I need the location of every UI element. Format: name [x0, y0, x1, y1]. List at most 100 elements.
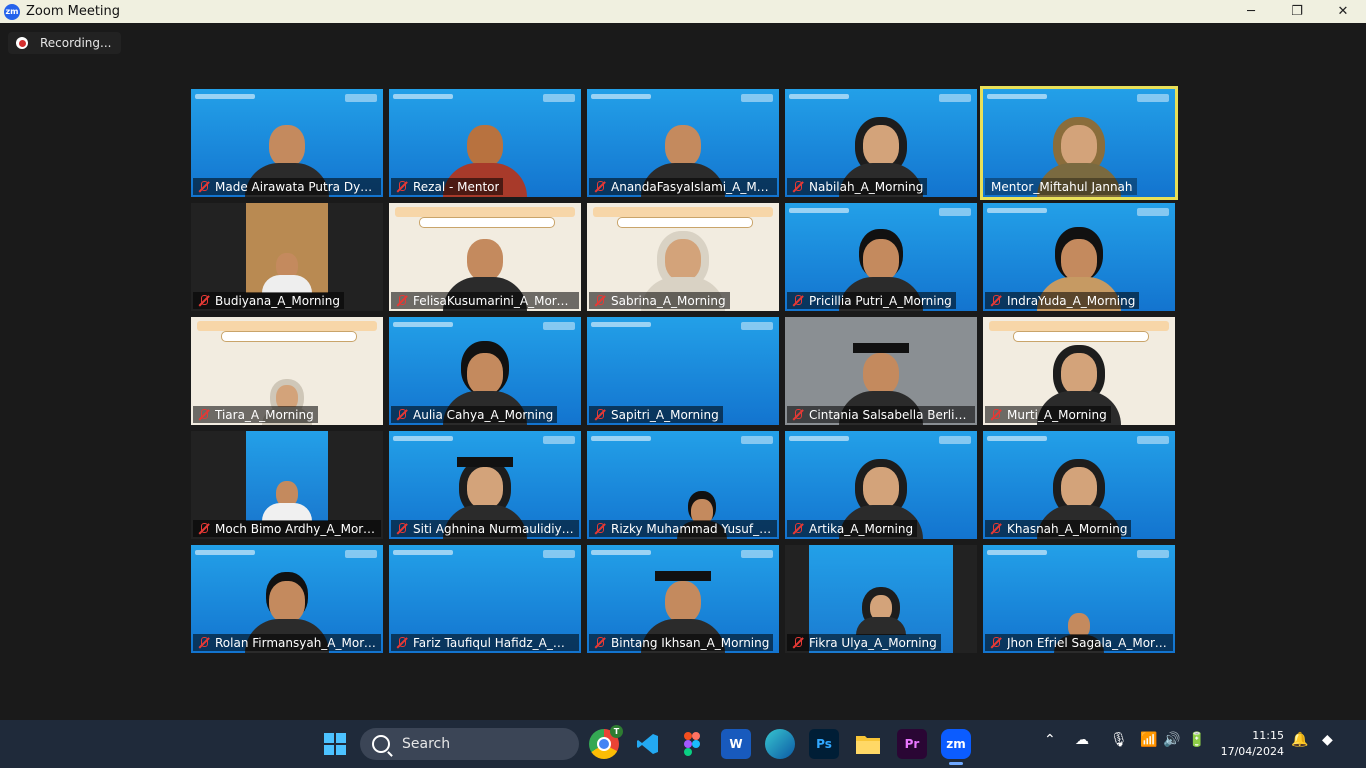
- participant-tile[interactable]: Pricillia Putri_A_Morning: [785, 203, 977, 311]
- vscode-icon[interactable]: [633, 729, 663, 759]
- background-banner: [1013, 331, 1149, 342]
- participant-tile[interactable]: Sabrina_A_Morning: [587, 203, 779, 311]
- mic-muted-icon: [395, 636, 409, 650]
- battery-icon[interactable]: 🔋: [1188, 732, 1205, 748]
- background-banner: [591, 322, 651, 327]
- background-banner: [393, 550, 453, 555]
- file-explorer-icon[interactable]: [853, 729, 883, 759]
- background-banner: [1137, 436, 1169, 444]
- active-app-indicator: [949, 762, 963, 765]
- minimize-button[interactable]: ─: [1228, 0, 1274, 23]
- participant-tile[interactable]: Murti_A_Morning: [983, 317, 1175, 425]
- participant-tile[interactable]: Artika_A_Morning: [785, 431, 977, 539]
- name-label: Khasnah_A_Morning: [985, 520, 1132, 537]
- mic-muted-icon: [593, 294, 607, 308]
- volume-icon[interactable]: 🔊: [1163, 732, 1180, 748]
- participant-tile[interactable]: Aulia Cahya_A_Morning: [389, 317, 581, 425]
- chrome-icon[interactable]: T: [589, 725, 623, 759]
- record-dot-icon: [16, 37, 28, 49]
- name-label: Tiara_A_Morning: [193, 406, 318, 423]
- name-label: Mentor_Miftahul Jannah: [985, 178, 1137, 195]
- photoshop-icon[interactable]: Ps: [809, 729, 839, 759]
- name-label: Jhon Efriel Sagala_A_Morni...: [985, 634, 1173, 651]
- onedrive-icon[interactable]: ☁: [1075, 732, 1089, 748]
- mic-muted-icon: [197, 636, 211, 650]
- background-banner: [591, 550, 651, 555]
- participant-tile[interactable]: Tiara_A_Morning: [191, 317, 383, 425]
- background-banner: [395, 207, 575, 217]
- background-banner: [789, 436, 849, 441]
- participant-tile[interactable]: Fikra Ulya_A_Morning: [785, 545, 977, 653]
- name-label: Artika_A_Morning: [787, 520, 918, 537]
- participant-tile[interactable]: Siti Aghnina Nurmaulidiyah...: [389, 431, 581, 539]
- name-label: Nabilah_A_Morning: [787, 178, 928, 195]
- word-icon[interactable]: W: [721, 729, 751, 759]
- background-banner: [987, 94, 1047, 99]
- participant-tile[interactable]: Fariz Taufiqul Hafidz_A_Mo...: [389, 545, 581, 653]
- edge-icon[interactable]: [765, 729, 795, 759]
- participant-tile[interactable]: Moch Bimo Ardhy_A_Morni...: [191, 431, 383, 539]
- background-banner: [1137, 208, 1169, 216]
- premiere-icon[interactable]: Pr: [897, 729, 927, 759]
- zoom-logo-icon: zm: [4, 3, 20, 20]
- restore-button[interactable]: ❐: [1274, 0, 1320, 23]
- recording-indicator[interactable]: Recording...: [8, 32, 122, 54]
- name-label: Fikra Ulya_A_Morning: [787, 634, 941, 651]
- microphone-icon[interactable]: 🎙: [1110, 732, 1128, 748]
- background-banner: [741, 436, 773, 444]
- participant-tile[interactable]: IndraYuda_A_Morning: [983, 203, 1175, 311]
- participant-tile[interactable]: AnandaFasyaIslami_A_Mor...: [587, 89, 779, 197]
- mic-muted-icon: [989, 522, 1003, 536]
- participant-tile[interactable]: FelisaKusumarini_A_Morning: [389, 203, 581, 311]
- name-label: Cintania Salsabella Berliant...: [787, 406, 975, 423]
- participant-tile[interactable]: Rezal - Mentor: [389, 89, 581, 197]
- notification-bell-icon[interactable]: 🔔: [1291, 732, 1308, 748]
- participant-tile[interactable]: Jhon Efriel Sagala_A_Morni...: [983, 545, 1175, 653]
- participant-tile[interactable]: Cintania Salsabella Berliant...: [785, 317, 977, 425]
- mic-muted-icon: [593, 180, 607, 194]
- participant-tile[interactable]: Nabilah_A_Morning: [785, 89, 977, 197]
- background-banner: [939, 94, 971, 102]
- taskbar: Search T W Ps Pr zm ⌃ ☁ 🎙 📶 🔊 🔋 11:15 17…: [0, 720, 1366, 768]
- zoom-app-icon[interactable]: zm: [941, 729, 971, 759]
- name-label: Fariz Taufiqul Hafidz_A_Mo...: [391, 634, 579, 651]
- participant-tile[interactable]: Sapitri_A_Morning: [587, 317, 779, 425]
- chevron-up-icon[interactable]: ⌃: [1044, 732, 1056, 748]
- window-controls: ─ ❐ ✕: [1228, 0, 1366, 23]
- background-banner: [419, 217, 555, 228]
- background-banner: [987, 208, 1047, 213]
- mic-muted-icon: [395, 522, 409, 536]
- background-banner: [741, 94, 773, 102]
- name-label: Siti Aghnina Nurmaulidiyah...: [391, 520, 579, 537]
- close-button[interactable]: ✕: [1320, 0, 1366, 23]
- windows-start-icon[interactable]: [320, 729, 350, 759]
- background-banner: [543, 322, 575, 330]
- background-banner: [741, 322, 773, 330]
- mic-muted-icon: [791, 636, 805, 650]
- search-icon: [372, 735, 390, 753]
- gallery-view: Made Airawata Putra Dyat... Rezal - Ment…: [191, 86, 1178, 653]
- wifi-icon[interactable]: 📶: [1140, 732, 1157, 748]
- mic-muted-icon: [791, 180, 805, 194]
- mic-muted-icon: [791, 408, 805, 422]
- participant-tile[interactable]: Bintang Ikhsan_A_Morning: [587, 545, 779, 653]
- background-banner: [221, 331, 357, 342]
- participant-tile[interactable]: Made Airawata Putra Dyat...: [191, 89, 383, 197]
- background-banner: [1137, 94, 1169, 102]
- background-banner: [939, 208, 971, 216]
- clock-date: 17/04/2024: [1220, 745, 1284, 758]
- taskbar-search[interactable]: Search: [360, 728, 579, 760]
- participant-tile[interactable]: Khasnah_A_Morning: [983, 431, 1175, 539]
- participant-tile[interactable]: Rizky Muhammad Yusuf_A_...: [587, 431, 779, 539]
- participant-tile[interactable]: Rolan Firmansyah_A_Morni...: [191, 545, 383, 653]
- name-label: Rezal - Mentor: [391, 178, 504, 195]
- system-clock[interactable]: 11:15 17/04/2024: [1221, 728, 1284, 760]
- participant-tile[interactable]: Budiyana_A_Morning: [191, 203, 383, 311]
- mic-muted-icon: [989, 408, 1003, 422]
- copilot-icon[interactable]: ◆: [1322, 732, 1333, 748]
- figma-icon[interactable]: [677, 729, 707, 759]
- background-banner: [741, 550, 773, 558]
- name-label: Murti_A_Morning: [985, 406, 1111, 423]
- background-banner: [1137, 550, 1169, 558]
- active-speaker-tile[interactable]: Mentor_Miftahul Jannah: [980, 86, 1178, 200]
